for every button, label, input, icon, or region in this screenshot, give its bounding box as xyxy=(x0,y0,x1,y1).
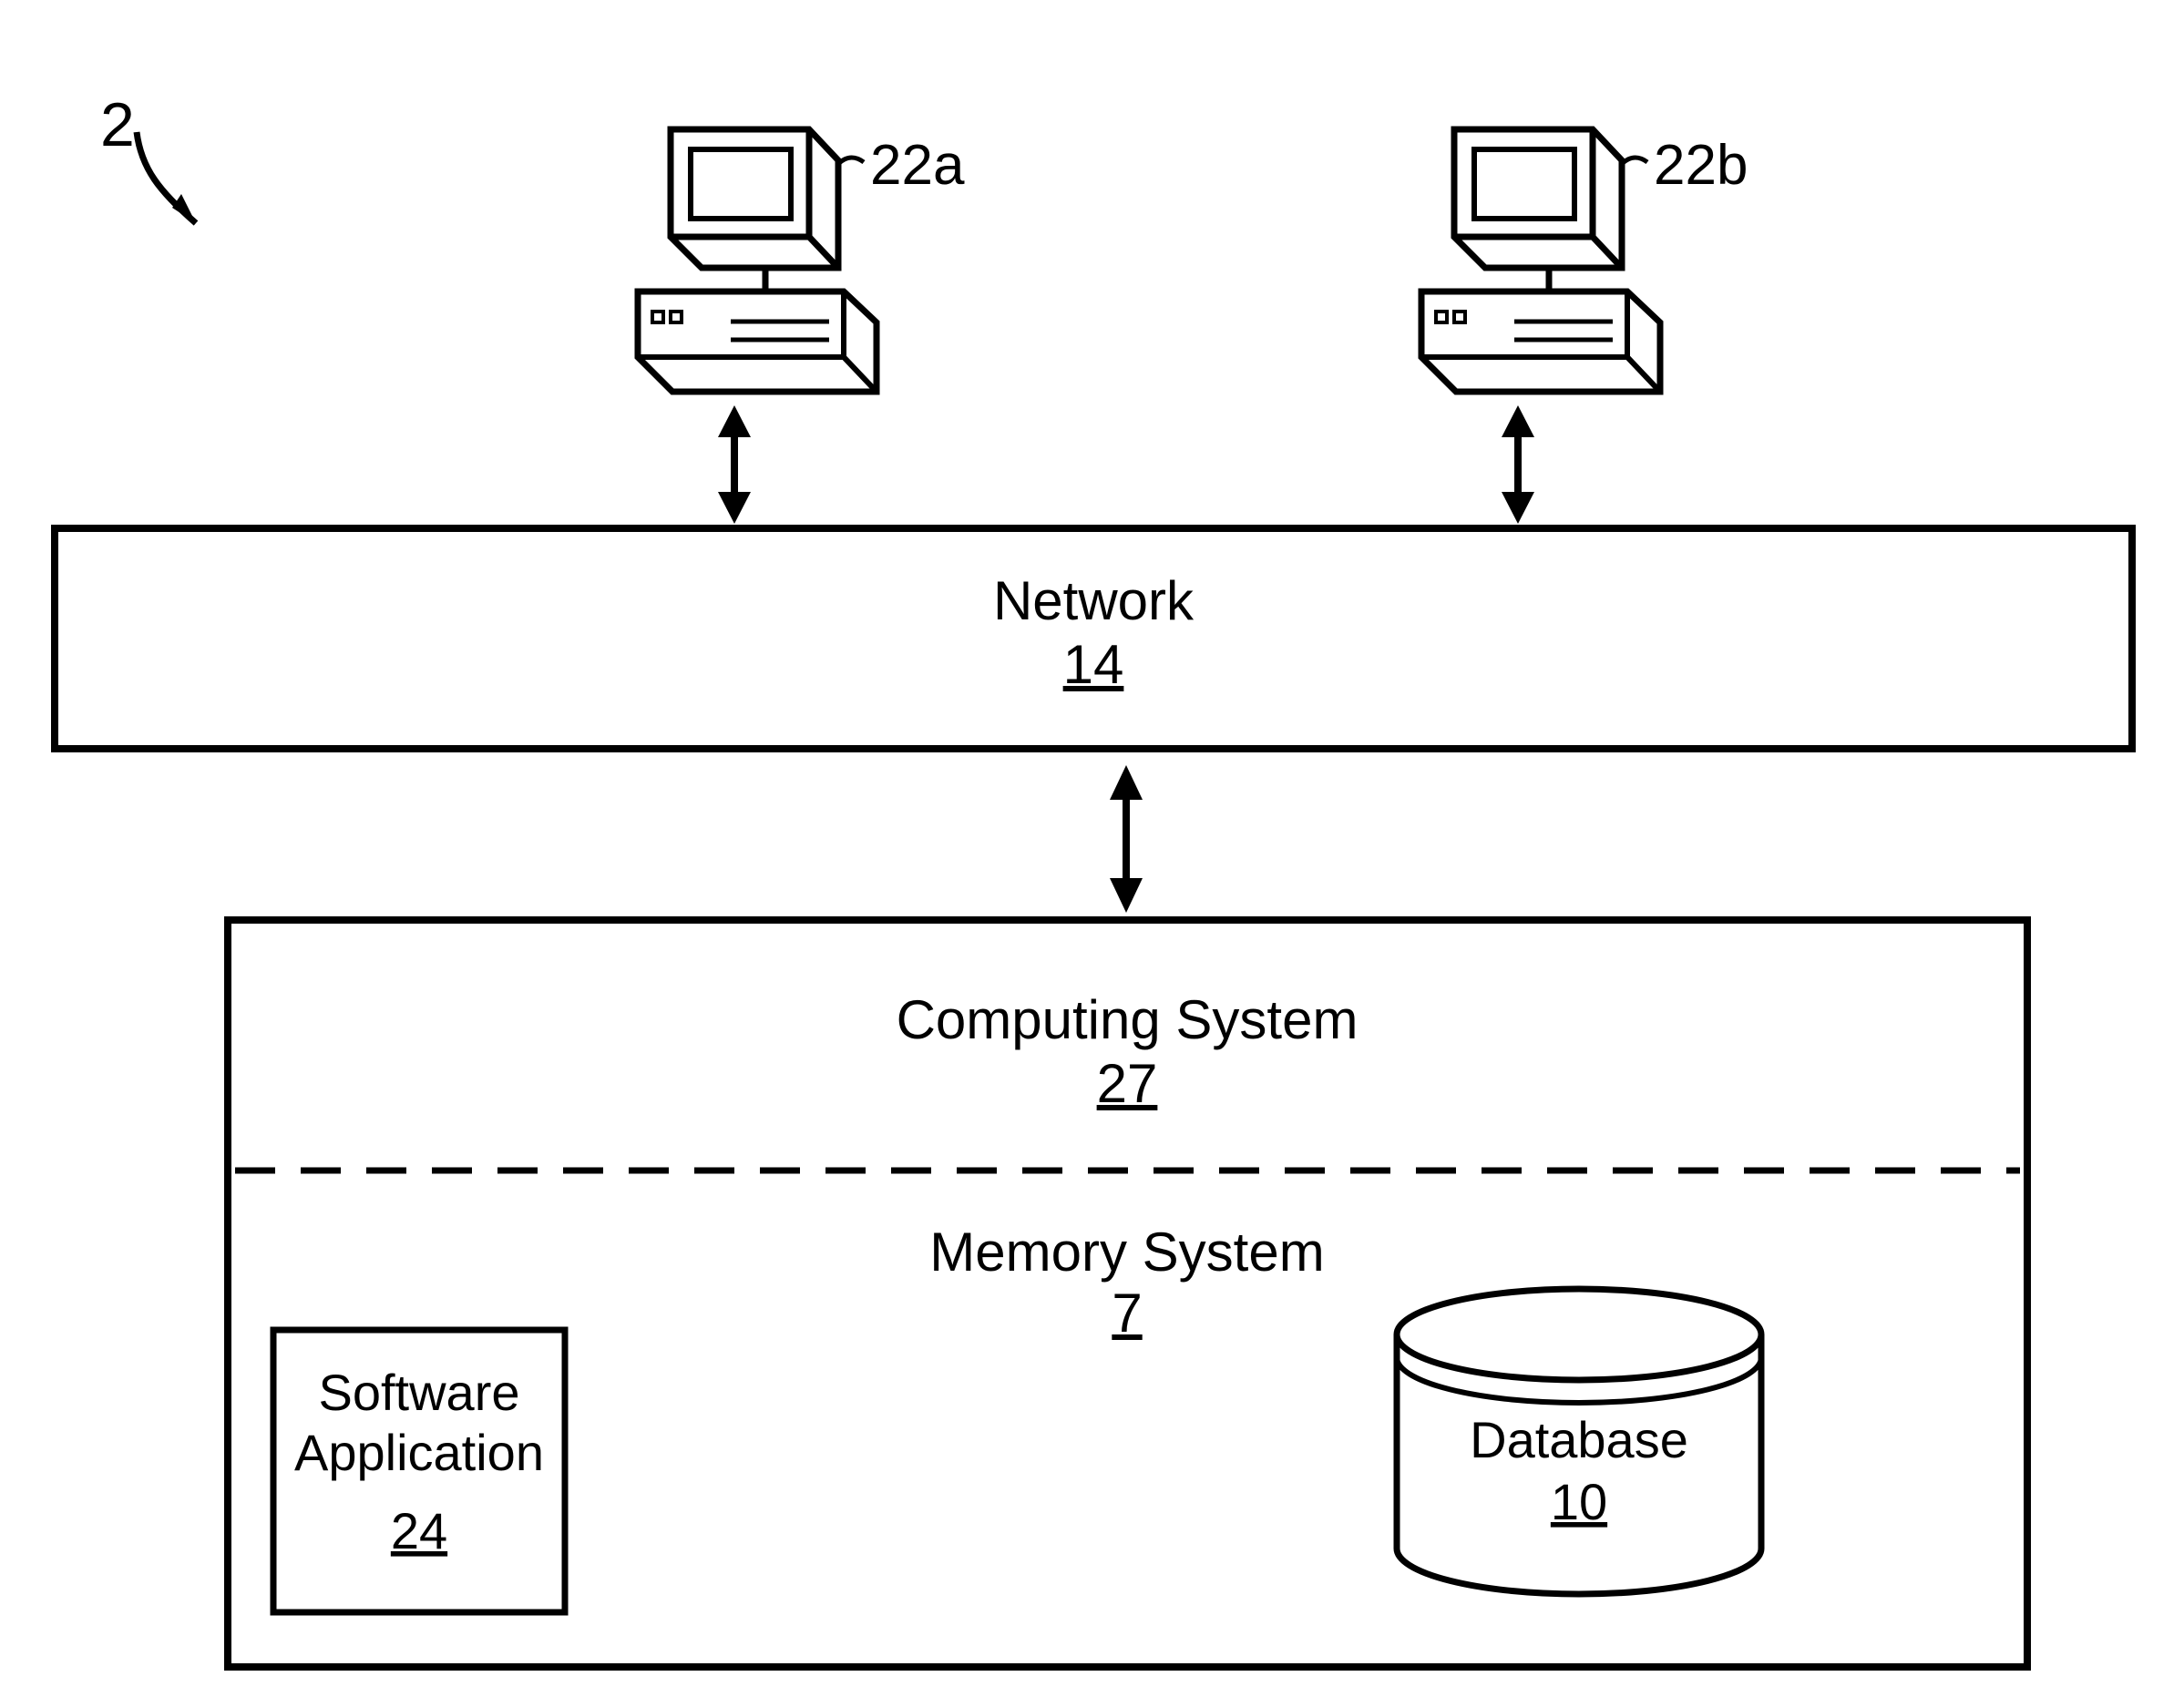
figure-reference-arrowhead xyxy=(172,194,196,223)
computing-system-title: Computing System xyxy=(897,989,1359,1050)
arrow-network-to-computer xyxy=(1110,765,1143,913)
software-application-title-1: Software xyxy=(319,1364,520,1421)
software-application-number: 24 xyxy=(391,1502,447,1559)
arrow-terminal-b-to-network xyxy=(1502,405,1534,524)
memory-system-number: 7 xyxy=(1112,1283,1142,1344)
figure-reference: 2 xyxy=(100,90,135,159)
terminal-a: 22a xyxy=(638,129,965,392)
software-application-title-2: Application xyxy=(294,1424,544,1481)
database-title: Database xyxy=(1470,1411,1688,1468)
network-number: 14 xyxy=(1063,634,1124,695)
computing-system-number: 27 xyxy=(1097,1053,1158,1114)
terminal-b: 22b xyxy=(1421,129,1748,392)
terminal-b-label: 22b xyxy=(1654,134,1748,197)
arrow-terminal-a-to-network xyxy=(718,405,751,524)
network-title: Network xyxy=(993,570,1195,631)
terminal-a-label: 22a xyxy=(870,134,965,197)
memory-system-title: Memory System xyxy=(929,1222,1324,1283)
database-number: 10 xyxy=(1551,1473,1607,1530)
